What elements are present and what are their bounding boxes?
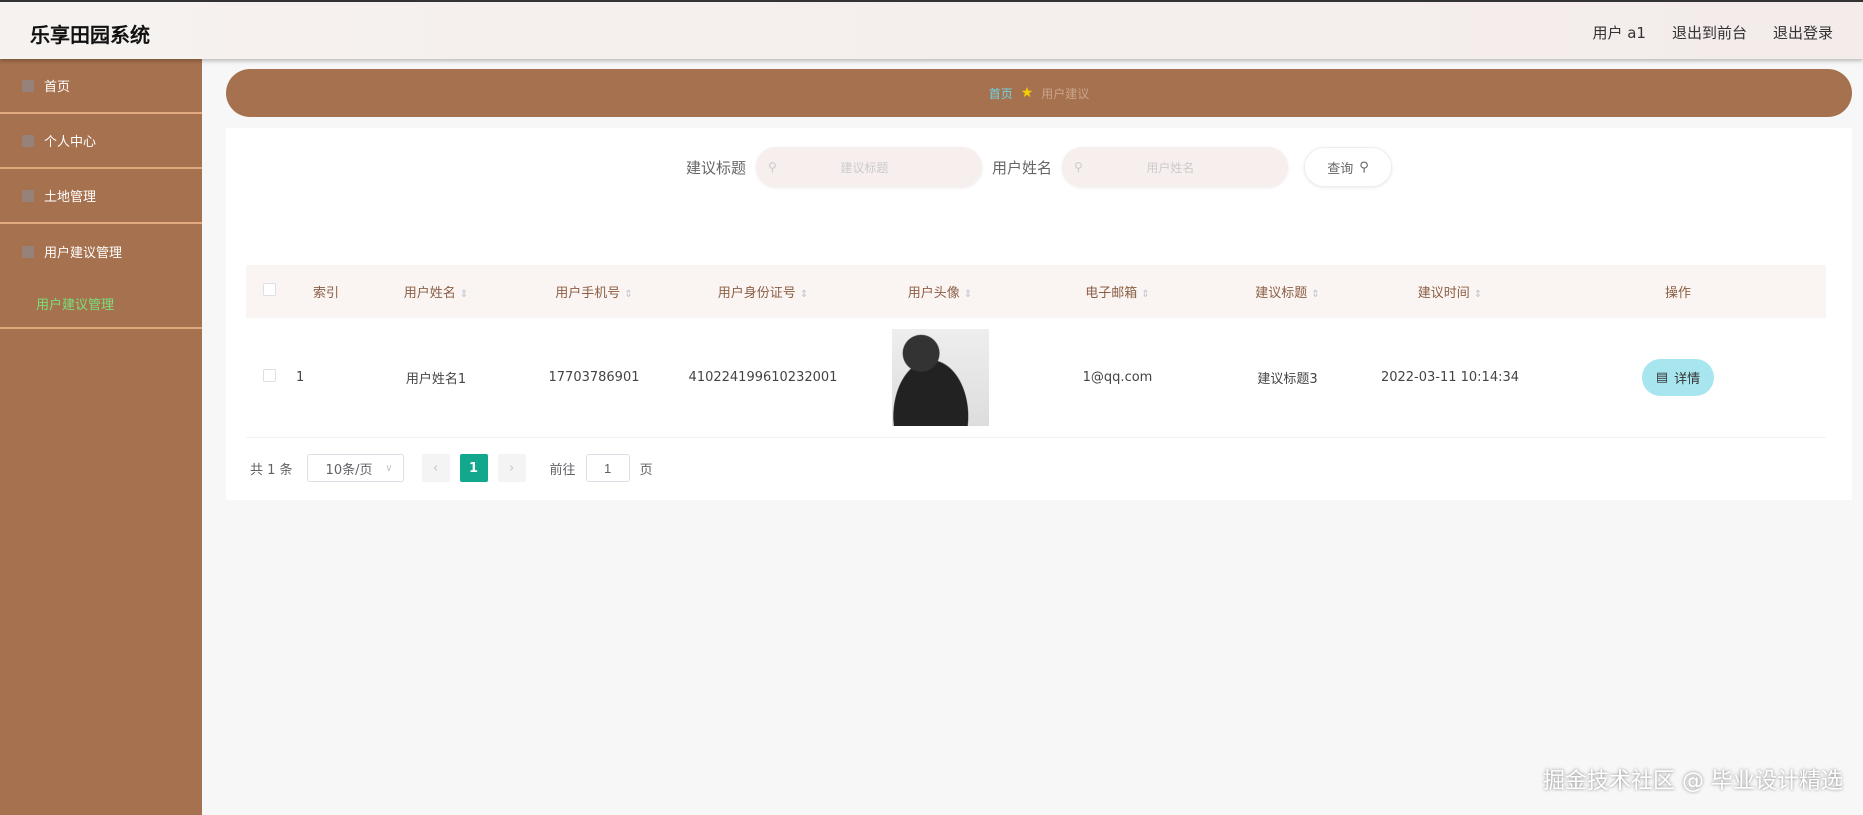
current-user: 用户 a1 bbox=[1592, 24, 1646, 42]
cell-title: 建议标题3 bbox=[1205, 318, 1370, 438]
document-icon: ▤ bbox=[1655, 369, 1669, 385]
cell-id-card: 410224199610232001 bbox=[676, 318, 850, 438]
col-time[interactable]: 建议时间 ⇕ bbox=[1370, 265, 1530, 318]
col-action: 操作 bbox=[1664, 286, 1691, 301]
col-label: 用户手机号 bbox=[555, 286, 621, 301]
next-page-button[interactable]: › bbox=[497, 454, 526, 482]
prev-page-button[interactable]: ‹ bbox=[421, 454, 450, 482]
page-suffix: 页 bbox=[639, 462, 653, 478]
detail-label: 详情 bbox=[1674, 371, 1701, 387]
total-count: 共 1 条 bbox=[250, 462, 293, 478]
col-name[interactable]: 用户姓名 ⇕ bbox=[360, 265, 512, 318]
cell-time: 2022-03-11 10:14:34 bbox=[1370, 318, 1530, 438]
cell-phone: 17703786901 bbox=[512, 318, 676, 438]
sort-icon[interactable]: ⇕ bbox=[624, 289, 632, 300]
top-header: 乐享田园系统 用户 a1 退出到前台 退出登录 bbox=[0, 0, 1863, 59]
detail-button[interactable]: ▤ 详情 bbox=[1641, 358, 1715, 396]
col-label: 用户姓名 bbox=[403, 286, 456, 301]
land-icon bbox=[22, 189, 34, 202]
col-email[interactable]: 电子邮箱 ⇕ bbox=[1030, 265, 1205, 318]
col-avatar[interactable]: 用户头像 ⇕ bbox=[850, 265, 1030, 318]
row-checkbox[interactable] bbox=[262, 368, 276, 382]
breadcrumb-current: 用户建议 bbox=[1041, 86, 1090, 101]
cell-index: 1 bbox=[292, 318, 360, 438]
page-1-button[interactable]: 1 bbox=[459, 454, 488, 482]
sidebar: 首页 个人中心 土地管理 用户建议管理 用户建议管理 bbox=[0, 59, 202, 815]
star-icon: ★ bbox=[1020, 85, 1034, 101]
sidebar-item-label: 用户建议管理 bbox=[44, 246, 123, 261]
cell-name: 用户姓名1 bbox=[360, 318, 512, 438]
title-label: 建议标题 bbox=[685, 158, 746, 177]
name-search-input[interactable]: ⚲ 用户姓名 bbox=[1062, 147, 1289, 187]
suggestions-table: 索引 用户姓名 ⇕ 用户手机号 ⇕ 用户身份证号 ⇕ 用户头像 ⇕ 电子邮箱 ⇕ 建议标题… bbox=[246, 265, 1826, 438]
watermark: 掘金技术社区 @ 毕业设计精选 bbox=[1543, 769, 1843, 794]
search-icon: ⚲ bbox=[768, 160, 777, 174]
sort-icon[interactable]: ⇕ bbox=[1141, 289, 1149, 300]
sidebar-item-label: 土地管理 bbox=[44, 190, 97, 205]
sidebar-item-label: 首页 bbox=[44, 80, 71, 95]
goto-page-input[interactable] bbox=[585, 454, 630, 482]
sort-icon[interactable]: ⇕ bbox=[964, 289, 972, 300]
search-bar: 建议标题 ⚲ 建议标题 用户姓名 ⚲ 用户姓名 查询 ⚲ bbox=[226, 147, 1852, 187]
breadcrumb: 首页 ★ 用户建议 bbox=[226, 69, 1852, 117]
breadcrumb-home[interactable]: 首页 bbox=[989, 85, 1013, 102]
pagination: 共 1 条 10条/页 ∨ ‹ 1 › 前往 页 bbox=[250, 454, 653, 482]
table-row: 1 用户姓名1 17703786901 410224199610232001 1… bbox=[246, 318, 1826, 438]
col-label: 建议时间 bbox=[1417, 286, 1470, 301]
query-button[interactable]: 查询 ⚲ bbox=[1304, 147, 1393, 187]
mail-icon bbox=[22, 245, 34, 258]
avatar bbox=[891, 328, 989, 426]
chevron-down-icon: ∨ bbox=[385, 462, 393, 474]
table-header: 索引 用户姓名 ⇕ 用户手机号 ⇕ 用户身份证号 ⇕ 用户头像 ⇕ 电子邮箱 ⇕ 建议标题… bbox=[246, 265, 1826, 318]
sidebar-item-label: 个人中心 bbox=[44, 135, 97, 150]
sidebar-subitem-suggestions[interactable]: 用户建议管理 bbox=[0, 279, 202, 329]
app-title: 乐享田园系统 bbox=[30, 23, 150, 47]
col-index: 索引 bbox=[312, 286, 339, 301]
content-card: 建议标题 ⚲ 建议标题 用户姓名 ⚲ 用户姓名 查询 ⚲ 索引 用户姓名 ⇕ 用户手机号… bbox=[226, 128, 1852, 500]
logout-link[interactable]: 退出登录 bbox=[1773, 22, 1833, 43]
page-size-value: 10条/页 bbox=[325, 462, 373, 478]
select-all-checkbox[interactable] bbox=[262, 283, 276, 296]
col-label: 用户身份证号 bbox=[717, 286, 796, 301]
goto-label: 前往 bbox=[549, 462, 576, 478]
col-id-card[interactable]: 用户身份证号 ⇕ bbox=[676, 265, 850, 318]
sort-icon[interactable]: ⇕ bbox=[1311, 289, 1319, 300]
sidebar-item-suggestions[interactable]: 用户建议管理 bbox=[0, 224, 202, 279]
home-icon bbox=[22, 79, 34, 92]
exit-to-front-link[interactable]: 退出到前台 bbox=[1672, 22, 1747, 43]
sort-icon[interactable]: ⇕ bbox=[460, 289, 468, 300]
user-icon bbox=[22, 134, 34, 147]
cell-email: 1@qq.com bbox=[1030, 318, 1205, 438]
col-title[interactable]: 建议标题 ⇕ bbox=[1205, 265, 1370, 318]
sort-icon[interactable]: ⇕ bbox=[1474, 289, 1482, 300]
col-label: 建议标题 bbox=[1255, 286, 1308, 301]
sort-icon[interactable]: ⇕ bbox=[800, 289, 808, 300]
title-search-input[interactable]: ⚲ 建议标题 bbox=[756, 147, 982, 187]
search-icon: ⚲ bbox=[1074, 160, 1083, 174]
query-label: 查询 bbox=[1327, 161, 1354, 177]
col-phone[interactable]: 用户手机号 ⇕ bbox=[512, 265, 676, 318]
col-label: 电子邮箱 bbox=[1085, 286, 1138, 301]
sidebar-item-profile[interactable]: 个人中心 bbox=[0, 114, 202, 169]
page-size-select[interactable]: 10条/页 ∨ bbox=[306, 454, 404, 482]
col-label: 用户头像 bbox=[907, 286, 960, 301]
sidebar-item-home[interactable]: 首页 bbox=[0, 59, 202, 114]
sidebar-item-land[interactable]: 土地管理 bbox=[0, 169, 202, 224]
name-label: 用户姓名 bbox=[992, 158, 1053, 177]
search-icon: ⚲ bbox=[1359, 159, 1369, 175]
